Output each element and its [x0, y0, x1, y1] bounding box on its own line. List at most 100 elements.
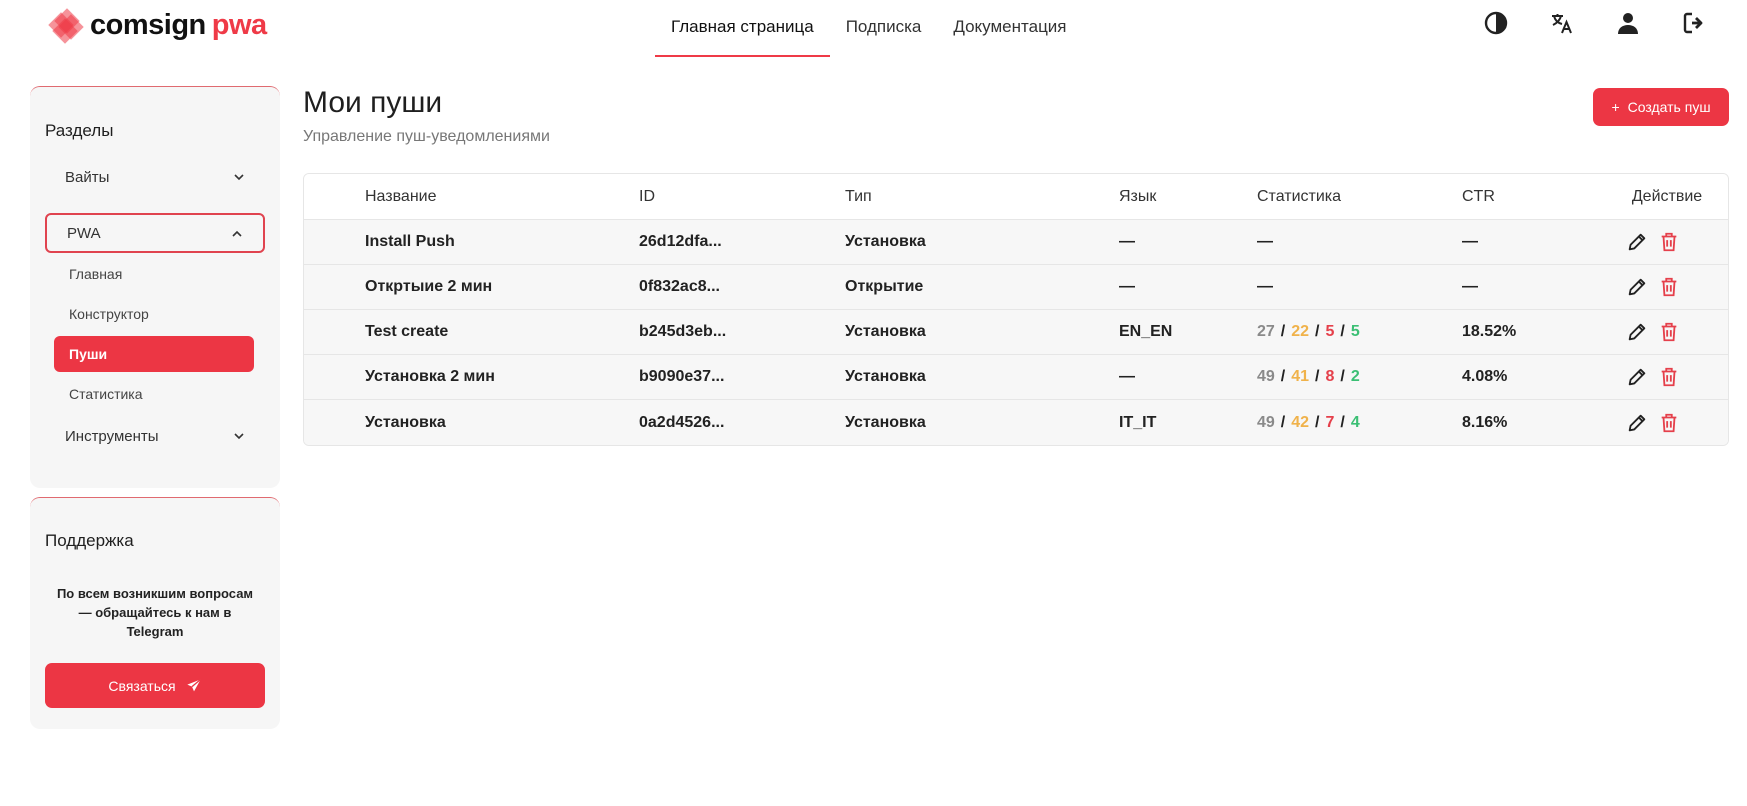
stat-separator: / [1315, 323, 1320, 340]
sidebar-item-label: PWA [67, 224, 101, 242]
support-title: Поддержка [45, 531, 134, 550]
user-icon[interactable] [1615, 10, 1641, 36]
row-name: Установка 2 мин [365, 368, 495, 385]
table-row[interactable]: Откртыие 2 мин 0f832ac8... Открытие — — … [304, 265, 1728, 310]
sidebar-item-whites[interactable]: Вайты [45, 157, 265, 197]
create-push-button[interactable]: + Создать пуш [1593, 88, 1729, 126]
row-stats: 27 / 22 / 5 / 5 [1257, 310, 1360, 354]
edit-icon[interactable] [1626, 276, 1648, 298]
stat-delivered: 41 [1291, 368, 1310, 385]
edit-icon[interactable] [1626, 366, 1648, 388]
row-name: Test create [365, 323, 449, 340]
row-name: Install Push [365, 233, 455, 250]
stat-delivered: 42 [1291, 413, 1310, 431]
sidebar-subitem-constructor[interactable]: Конструктор [54, 296, 254, 332]
row-type: Открытие [845, 278, 924, 295]
stat-sent: 27 [1257, 323, 1275, 340]
stat-separator: / [1280, 323, 1286, 340]
nav-documentation[interactable]: Документация [937, 0, 1082, 58]
sidebar-subitem-statistics[interactable]: Статистика [54, 376, 254, 412]
sidebar-subitem-pushes[interactable]: Пуши [54, 336, 254, 372]
row-type: Установка [845, 368, 926, 385]
contrast-icon[interactable] [1483, 10, 1509, 36]
table-row[interactable]: Test create b245d3eb... Установка EN_EN … [304, 310, 1728, 355]
stat-clicked: 2 [1350, 368, 1360, 385]
stat-separator: / [1315, 413, 1320, 431]
row-name: Откртыие 2 мин [365, 278, 493, 295]
delete-icon[interactable] [1658, 412, 1680, 434]
table-header-row: Название ID Тип Язык Статистика CTR Дейс… [304, 174, 1728, 220]
stat-failed: 7 [1325, 413, 1335, 431]
row-actions [1626, 400, 1680, 445]
header-name[interactable]: Название [365, 174, 437, 219]
header-stats[interactable]: Статистика [1257, 174, 1341, 219]
row-lang: EN_EN [1119, 323, 1173, 340]
chevron-down-icon [234, 174, 244, 181]
nav-subscription[interactable]: Подписка [830, 0, 938, 58]
stat-clicked: 4 [1350, 413, 1360, 431]
table-row[interactable]: Установка 2 мин b9090e37... Установка — … [304, 355, 1728, 400]
support-text: По всем возникшим вопросам — обращайтесь… [56, 586, 254, 639]
row-stats: 49 / 42 / 7 / 4 [1257, 400, 1360, 445]
stat-sent: 49 [1257, 368, 1275, 385]
header-id[interactable]: ID [639, 174, 655, 219]
page-title: Мои пуши [303, 86, 443, 119]
row-type: Установка [845, 233, 926, 250]
delete-icon[interactable] [1658, 231, 1680, 253]
stat-sent: 49 [1257, 413, 1275, 431]
row-type: Установка [845, 413, 926, 431]
delete-icon[interactable] [1658, 276, 1680, 298]
logout-icon[interactable] [1681, 10, 1707, 36]
delete-icon[interactable] [1658, 366, 1680, 388]
stat-separator: / [1280, 413, 1286, 431]
row-ctr: 18.52% [1462, 323, 1517, 340]
chevron-down-icon [234, 433, 244, 440]
sidebar-subitem-home[interactable]: Главная [54, 256, 254, 292]
create-push-label: Создать пуш [1627, 99, 1711, 115]
logo-text-accent: pwa [211, 8, 267, 41]
table-row[interactable]: Установка 0a2d4526... Установка IT_IT 49… [304, 400, 1728, 445]
row-type: Установка [845, 323, 926, 340]
row-actions [1626, 355, 1680, 399]
row-actions [1626, 265, 1680, 309]
row-stats: 49 / 41 / 8 / 2 [1257, 355, 1360, 399]
header-actions [1483, 10, 1707, 36]
stat-separator: / [1340, 413, 1345, 431]
stat-separator: / [1340, 323, 1345, 340]
sections-title: Разделы [45, 121, 114, 140]
sidebar-item-tools[interactable]: Инструменты [45, 416, 265, 456]
row-ctr: 4.08% [1462, 368, 1508, 385]
header-type[interactable]: Тип [845, 174, 872, 219]
header-lang[interactable]: Язык [1119, 174, 1156, 219]
logo[interactable]: comsign pwa [48, 8, 267, 44]
plus-icon: + [1611, 99, 1620, 115]
row-actions [1626, 310, 1680, 354]
sections-panel: Разделы Вайты PWA Главная Конструктор Пу… [30, 86, 280, 488]
pushes-table: Название ID Тип Язык Статистика CTR Дейс… [303, 173, 1729, 446]
edit-icon[interactable] [1626, 321, 1648, 343]
stat-failed: 8 [1325, 368, 1335, 385]
support-panel: Поддержка По всем возникшим вопросам — о… [30, 497, 280, 729]
stat-clicked: 5 [1350, 323, 1360, 340]
edit-icon[interactable] [1626, 412, 1648, 434]
translate-icon[interactable] [1549, 10, 1575, 36]
nav-home[interactable]: Главная страница [655, 0, 830, 58]
edit-icon[interactable] [1626, 231, 1648, 253]
logo-mark-icon [48, 8, 84, 44]
delete-icon[interactable] [1658, 321, 1680, 343]
row-lang: — [1119, 278, 1135, 295]
header-ctr[interactable]: CTR [1462, 174, 1495, 219]
row-lang: — [1119, 368, 1135, 385]
send-icon [186, 678, 201, 691]
row-ctr: — [1462, 233, 1478, 250]
logo-text-main: comsign [90, 8, 206, 41]
stat-separator: / [1315, 368, 1320, 385]
table-row[interactable]: Install Push 26d12dfa... Установка — — — [304, 220, 1728, 265]
contact-button-label: Связаться [108, 677, 176, 694]
sidebar-item-pwa[interactable]: PWA [45, 213, 265, 253]
row-stats: — [1257, 278, 1273, 295]
row-name: Установка [365, 413, 446, 431]
row-lang: IT_IT [1119, 413, 1157, 431]
contact-button[interactable]: Связаться [45, 663, 265, 708]
row-id: 0f832ac8... [639, 278, 720, 295]
